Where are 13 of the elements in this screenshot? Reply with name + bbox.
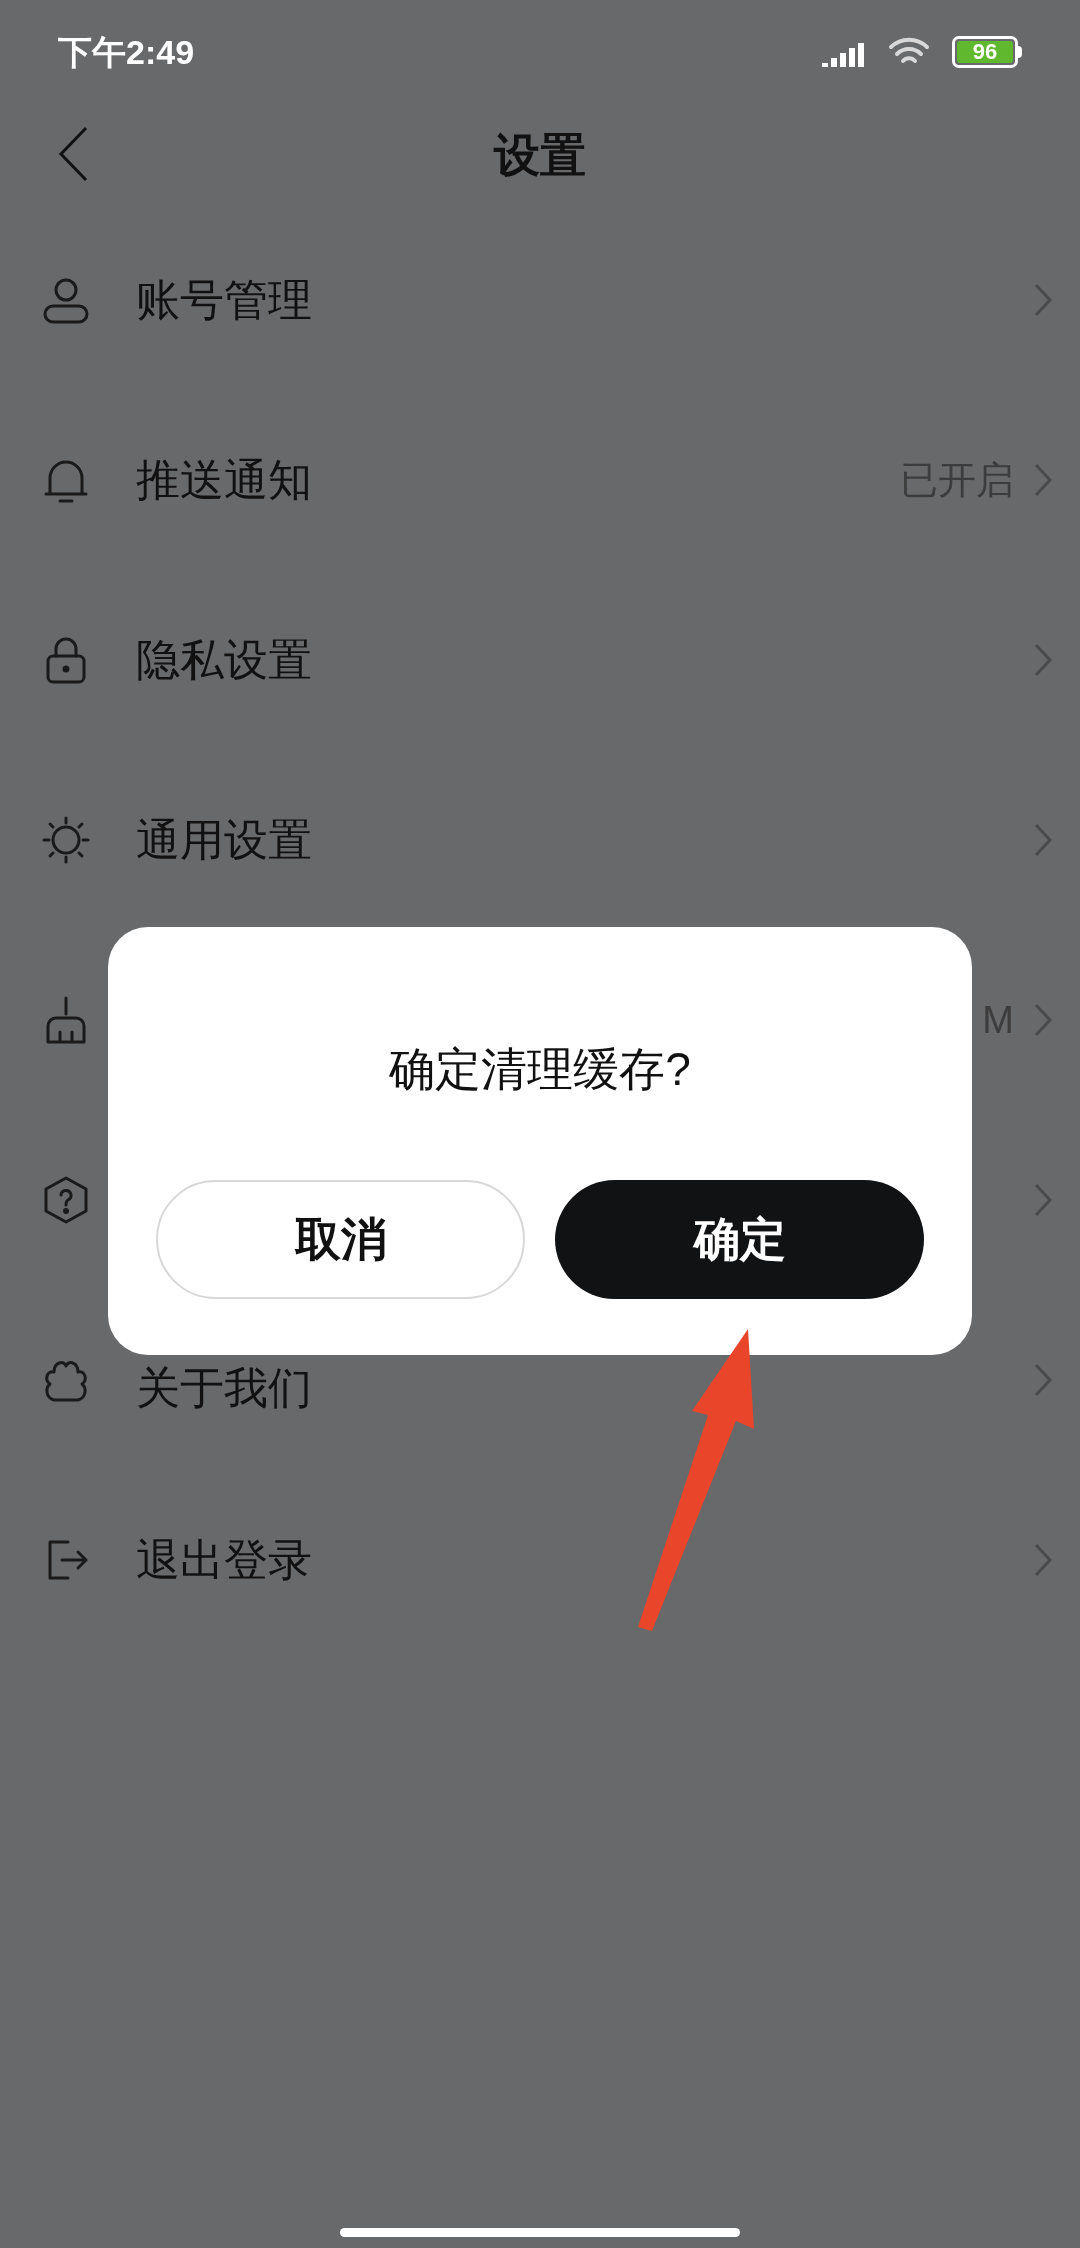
settings-label[interactable]: 隐私设置 [136,627,312,693]
sun-icon [40,814,92,866]
cancel-button[interactable]: 取消 [156,1180,525,1299]
confirm-button[interactable]: 确定 [555,1180,924,1299]
settings-label[interactable]: 账号管理 [136,267,312,333]
back-icon [58,126,88,182]
settings-label[interactable]: 推送通知 [136,447,312,513]
settings-label[interactable]: 通用设置 [136,807,312,873]
dialog-message: 确定清理缓存? [389,1042,691,1097]
page-title: 设置 [494,127,586,183]
settings-label[interactable]: 关于我们 [136,1355,312,1421]
status-time: 下午2:49 [58,31,195,73]
settings-label[interactable]: 退出登录 [136,1527,312,1593]
